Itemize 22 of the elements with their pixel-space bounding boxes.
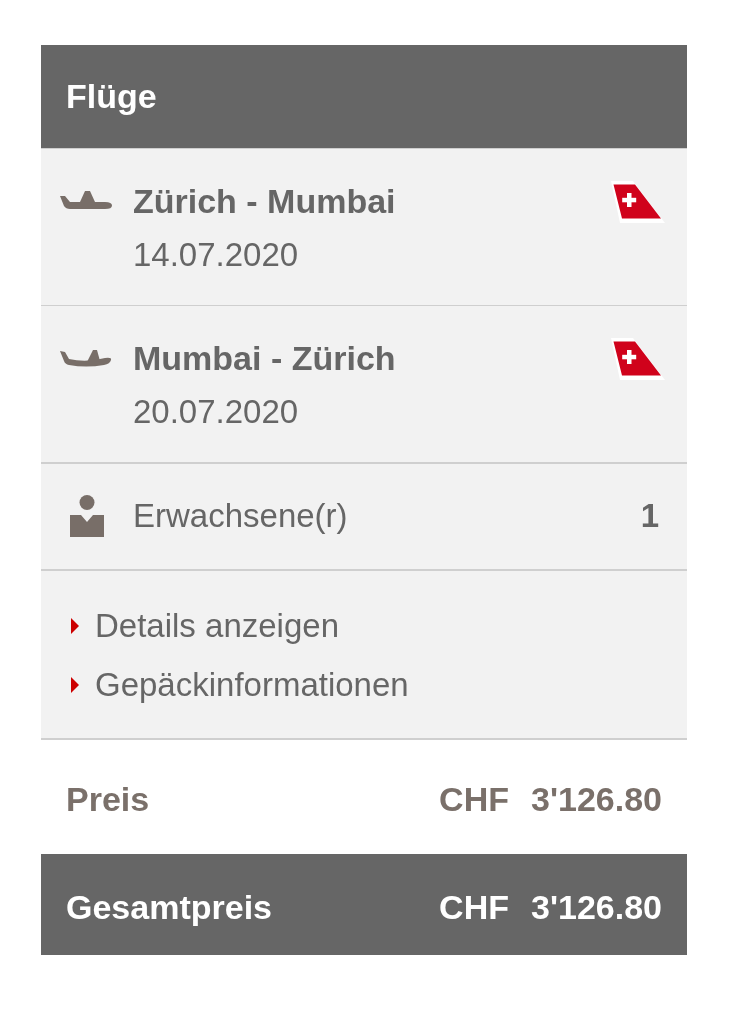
total-price-currency: CHF — [439, 887, 509, 927]
triangle-bullet-icon — [71, 677, 79, 693]
airplane-takeoff-icon — [60, 191, 112, 211]
flight-date: 20.07.2020 — [133, 392, 300, 432]
flight-route: Zürich - Mumbai — [133, 181, 397, 221]
flight-date: 14.07.2020 — [133, 235, 300, 275]
price-amount: 3'126.80 — [531, 779, 662, 819]
total-price-label: Gesamtpreis — [66, 887, 273, 927]
tail-fin-cross-icon — [611, 181, 665, 223]
airplane-landing-icon — [60, 348, 112, 368]
flight-route: Mumbai - Zürich — [133, 338, 397, 378]
passenger-type: Erwachsene(r) — [133, 496, 349, 536]
info-link[interactable]: Gepäckinformationen — [71, 665, 409, 705]
price-currency: CHF — [439, 779, 509, 819]
passenger-count: 1 — [640, 496, 659, 536]
panel-title: Flüge — [66, 76, 158, 116]
person-icon — [70, 495, 104, 537]
tail-fin-cross-icon — [611, 338, 665, 380]
triangle-bullet-icon — [71, 618, 79, 634]
info-link[interactable]: Details anzeigen — [71, 606, 339, 646]
price-label: Preis — [66, 779, 151, 819]
total-price-amount: 3'126.80 — [531, 887, 662, 927]
